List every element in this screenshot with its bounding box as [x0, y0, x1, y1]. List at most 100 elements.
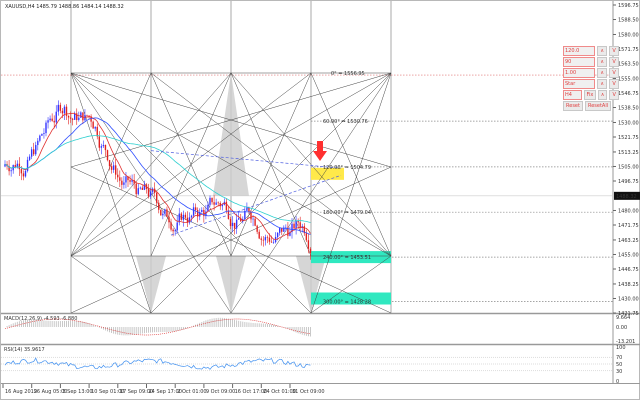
scale-input[interactable]: 1.00	[563, 68, 596, 78]
scale-down-button[interactable]: V	[609, 68, 619, 78]
time-tick-label: 9 Oct 09:00	[206, 389, 235, 395]
candle-body	[71, 118, 74, 120]
reset-all-button[interactable]: ResetAll	[584, 101, 612, 111]
angle-up-button[interactable]: ∧	[597, 46, 608, 56]
price-chart[interactable]: 0° = 1556.95 60.00° = 1530.76 120.00° = 15…	[1, 1, 640, 401]
candle-body	[74, 113, 76, 120]
candle-body	[182, 214, 185, 220]
candle-body	[235, 219, 238, 229]
candle-body	[100, 146, 103, 148]
candle-body	[307, 240, 310, 249]
candle-body	[279, 228, 281, 233]
gann-level-label: 0° = 1556.95	[331, 71, 365, 77]
candle-body	[78, 117, 80, 120]
step-up-button[interactable]: ∧	[597, 57, 608, 67]
candle-body	[252, 218, 254, 220]
candle-body	[135, 183, 137, 195]
candle-body	[33, 149, 35, 155]
gann-level-label: 60.00° = 1530.76	[323, 119, 368, 125]
down-arrow-icon	[313, 141, 327, 161]
price-tick-label: 1505.00	[618, 164, 639, 170]
candle-body	[139, 187, 141, 189]
reset-button[interactable]: Reset	[563, 101, 583, 111]
candle-body	[67, 115, 70, 118]
candle-body	[297, 221, 299, 223]
candle-body	[88, 115, 90, 117]
rsi-label: RSI(14) 35.9617	[4, 347, 45, 353]
candle-body	[254, 218, 256, 226]
candle-body	[160, 209, 162, 216]
chart-window[interactable]: 0° = 1556.95 60.00° = 1530.76 120.00° = 15…	[0, 0, 640, 400]
gann-fan-line	[70, 72, 312, 314]
candle-body	[18, 163, 21, 170]
candle-body	[123, 182, 125, 185]
candle-body	[63, 106, 66, 114]
candle-body	[119, 177, 121, 181]
candle-body	[22, 173, 25, 177]
timeframe-up-button[interactable]: ∧	[597, 90, 608, 100]
candle-body	[262, 239, 264, 241]
candle-body	[209, 197, 211, 205]
candle-body	[221, 204, 223, 207]
rsi-axis-label: 0	[616, 379, 619, 385]
scale-up-button[interactable]: ∧	[597, 68, 608, 78]
price-tick-label: 1430.00	[618, 296, 639, 302]
price-tick-label: 1580.00	[618, 32, 639, 38]
candle-body	[117, 174, 119, 178]
candle-body	[26, 159, 29, 171]
candle-body	[51, 118, 53, 121]
fix-button[interactable]: Fix	[584, 90, 596, 100]
candle-body	[41, 134, 43, 136]
candle-body	[233, 222, 236, 229]
candle-body	[192, 207, 195, 216]
mode-input[interactable]: Star	[563, 79, 596, 89]
timeframe-input[interactable]: H4	[563, 90, 583, 100]
candle-body	[238, 218, 240, 220]
gann-fan-line	[150, 72, 392, 314]
gann-fan-line	[70, 72, 152, 314]
mode-down-button[interactable]: V	[609, 79, 619, 89]
candle-body	[264, 237, 267, 241]
candle-body	[270, 241, 273, 243]
gann-level-label: 120.00° = 1504.79	[323, 165, 371, 171]
candle-body	[158, 202, 160, 210]
candle-body	[231, 222, 234, 227]
candle-body	[49, 118, 51, 121]
price-tick-label: 1471.75	[618, 223, 639, 229]
candle-body	[82, 112, 84, 121]
chart-title: XAUUSD,H4 1485.79 1488.86 1484.14 1488.3…	[5, 4, 124, 10]
candle-body	[215, 202, 217, 205]
candle-body	[194, 207, 197, 211]
moving-average-blue	[4, 117, 311, 235]
candle-body	[172, 229, 174, 232]
candle-body	[166, 209, 168, 217]
mode-up-button[interactable]: ∧	[597, 79, 608, 89]
price-tick-label: 1530.00	[618, 120, 639, 126]
candle-body	[293, 223, 295, 229]
price-tick-label: 1446.75	[618, 267, 639, 273]
rsi-axis-label: 50	[616, 362, 622, 368]
candle-body	[201, 209, 203, 213]
candle-body	[266, 237, 269, 238]
candle-body	[94, 126, 96, 129]
candle-body	[162, 213, 164, 216]
candle-body	[129, 180, 131, 182]
candle-body	[207, 204, 209, 212]
candle-body	[92, 121, 94, 129]
timeframe-down-button[interactable]: V	[609, 90, 619, 100]
angle-down-button[interactable]: V	[609, 46, 619, 56]
step-input[interactable]: 90	[563, 57, 596, 67]
candle-body	[10, 170, 12, 172]
candle-body	[112, 165, 115, 170]
price-tick-label: 1521.75	[618, 135, 639, 141]
candle-body	[35, 145, 37, 155]
candle-body	[170, 222, 172, 230]
step-down-button[interactable]: V	[609, 57, 619, 67]
angle-input[interactable]: 120.0	[563, 46, 596, 56]
candle-body	[108, 160, 111, 167]
candle-body	[115, 165, 117, 175]
price-tick-label: 1438.25	[618, 282, 639, 288]
candle-body	[84, 115, 86, 121]
time-tick-label: 31 Oct 09:00	[292, 389, 325, 395]
rsi-axis-label: 30	[616, 369, 622, 375]
